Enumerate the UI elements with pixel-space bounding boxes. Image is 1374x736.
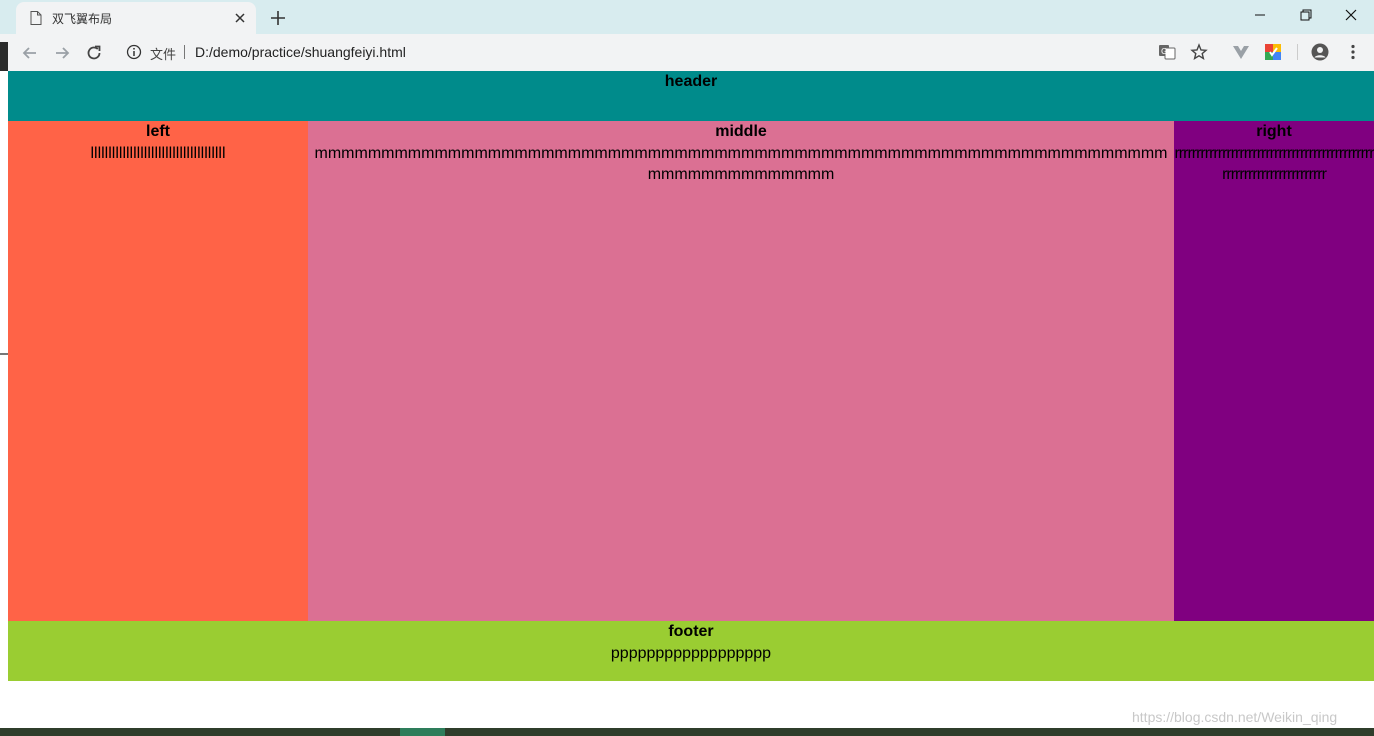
omnibox-separator: [184, 45, 185, 59]
middle-title: middle: [715, 123, 767, 140]
bookmark-star-icon[interactable]: [1190, 43, 1208, 61]
right-column: right rrrrrrrrrrrrrrrrrrrrrrrrrrrrrrrrrr…: [1174, 121, 1374, 621]
left-column: left lllllllllllllllllllllllllllllllllll…: [8, 121, 308, 621]
middle-column: middle mmmmmmmmmmmmmmmmmmmmmmmmmmmmmmmmm…: [308, 121, 1174, 621]
browser-titlebar: 双飞翼布局: [0, 0, 1374, 36]
close-tab-icon[interactable]: [232, 10, 248, 26]
page-left-edge: [0, 71, 8, 728]
browser-tab[interactable]: 双飞翼布局: [16, 2, 256, 36]
scheme-label: 文件: [150, 48, 177, 63]
right-title: right: [1256, 123, 1292, 140]
taskbar-active-item[interactable]: [400, 728, 445, 736]
tab-title: 双飞翼布局: [52, 12, 113, 26]
svg-text:G: G: [1161, 47, 1167, 56]
footer-text: pppppppppppppppppp: [610, 645, 772, 662]
toolbar-separator: [1297, 44, 1298, 60]
window-edge: [0, 42, 8, 71]
edge-marker: [0, 353, 8, 355]
taskbar: [0, 728, 1374, 736]
page-viewport: header left llllllllllllllllllllllllllll…: [8, 71, 1374, 728]
right-text: rrrrrrrrrrrrrrrrrrrrrrrrrrrrrrrrrrrrrrrr…: [1174, 145, 1374, 183]
restore-icon[interactable]: [1283, 0, 1329, 30]
reload-icon[interactable]: [84, 43, 104, 63]
extension-icon[interactable]: [1264, 43, 1282, 61]
more-menu-icon[interactable]: [1344, 43, 1362, 61]
back-arrow-icon[interactable]: [20, 43, 40, 63]
minimize-icon[interactable]: [1237, 0, 1283, 30]
watermark-text: https://blog.csdn.net/Weikin_qing: [1132, 709, 1338, 725]
url-text[interactable]: D:/demo/practice/shuangfeiyi.html: [195, 44, 406, 60]
left-text: llllllllllllllllllllllllllllllllllllll: [90, 145, 226, 162]
header-block: header: [8, 71, 1374, 121]
footer-block: footer pppppppppppppppppp: [8, 621, 1374, 681]
translate-icon[interactable]: G: [1158, 43, 1176, 61]
vue-extension-icon[interactable]: [1232, 43, 1250, 61]
close-window-icon[interactable]: [1328, 0, 1374, 30]
left-title: left: [146, 123, 170, 140]
footer-title: footer: [668, 623, 714, 640]
new-tab-icon[interactable]: [268, 8, 288, 28]
forward-arrow-icon[interactable]: [52, 43, 72, 63]
document-icon: [30, 11, 42, 25]
profile-avatar-icon[interactable]: [1311, 43, 1329, 61]
info-icon[interactable]: [126, 44, 142, 60]
middle-text: mmmmmmmmmmmmmmmmmmmmmmmmmmmmmmmmmmmmmmmm…: [314, 145, 1168, 183]
header-title: header: [664, 73, 718, 90]
address-bar[interactable]: 文件 D:/demo/practice/shuangfeiyi.html: [116, 37, 1216, 67]
